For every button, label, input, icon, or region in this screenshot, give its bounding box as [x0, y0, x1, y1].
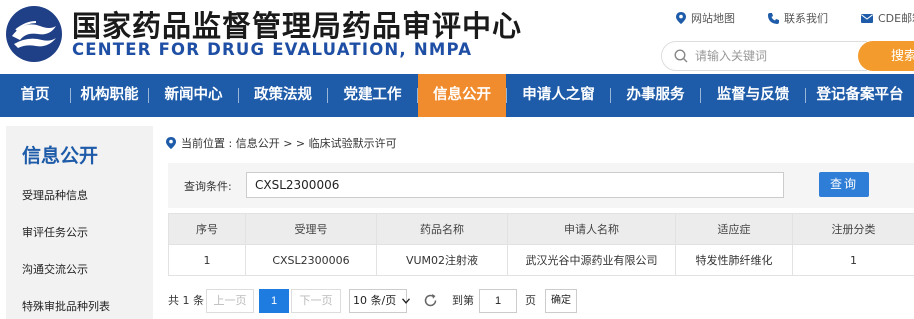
nav-item-functions[interactable]: 机构职能: [71, 74, 148, 117]
search-icon: [674, 49, 688, 63]
confirm-button[interactable]: 确定: [545, 289, 577, 313]
location-pin-icon: [676, 12, 686, 24]
search-button[interactable]: 搜索: [858, 41, 914, 71]
nav-item-info-disclosure[interactable]: 信息公开: [418, 74, 506, 117]
page-number-button[interactable]: 1: [259, 289, 289, 313]
sidebar: 信息公开 受理品种信息 审评任务公示 沟通交流公示 特殊审批品种列表: [6, 126, 153, 319]
search-input[interactable]: [695, 49, 845, 63]
nav-item-services[interactable]: 办事服务: [611, 74, 700, 117]
sidebar-title: 信息公开: [22, 145, 99, 167]
table-header-row: 序号 受理号 药品名称 申请人名称 适应症 注册分类: [168, 213, 914, 245]
site-header: 国家药品监督管理局药品审评中心 CENTER FOR DRUG EVALUATI…: [0, 0, 914, 74]
location-pin-icon: [166, 137, 176, 149]
column-header-index: 序号: [168, 213, 246, 245]
query-label: 查询条件:: [184, 180, 232, 193]
contact-us-link[interactable]: 联系我们: [768, 10, 828, 26]
phone-icon: [768, 12, 779, 24]
column-header-indication: 适应症: [675, 213, 793, 245]
cell-registration-class: 1: [792, 244, 914, 276]
nav-item-news[interactable]: 新闻中心: [149, 74, 238, 117]
nav-item-applicant-window[interactable]: 申请人之窗: [507, 74, 610, 117]
main-nav: 首页 机构职能 新闻中心 政策法规 党建工作 信息公开 申请人之窗 办事服务 监…: [0, 74, 914, 117]
nav-item-home[interactable]: 首页: [0, 74, 70, 117]
site-title-en: CENTER FOR DRUG EVALUATION, NMPA: [72, 40, 473, 59]
goto-label: 到第: [452, 294, 474, 307]
cell-indication: 特发性肺纤维化: [675, 244, 793, 276]
table-row[interactable]: 1 CXSL2300006 VUM02注射液 武汉光谷中源药业有限公司 特发性肺…: [168, 244, 914, 276]
query-button[interactable]: 查询: [819, 172, 869, 197]
cde-mail-label: CDE邮箱: [878, 12, 914, 25]
site-map-link[interactable]: 网站地图: [676, 10, 735, 26]
prev-page-button[interactable]: 上一页: [206, 289, 254, 313]
page-size-select[interactable]: 10 条/页: [349, 289, 410, 313]
refresh-icon[interactable]: [423, 293, 438, 308]
page-label: 页: [525, 294, 536, 307]
chevron-down-icon: [401, 298, 410, 304]
nav-item-supervision[interactable]: 监督与反馈: [701, 74, 805, 117]
nav-item-policies[interactable]: 政策法规: [239, 74, 327, 117]
cell-drug-name: VUM02注射液: [376, 244, 508, 276]
results-table: 序号 受理号 药品名称 申请人名称 适应症 注册分类 1 CXSL2300006…: [168, 213, 914, 276]
cde-mail-link[interactable]: CDE邮箱: [861, 10, 914, 26]
cell-acceptance-no: CXSL2300006: [245, 244, 377, 276]
nav-item-registration-platform[interactable]: 登记备案平台: [806, 74, 914, 117]
mail-icon: [861, 13, 873, 23]
cell-applicant: 武汉光谷中源药业有限公司: [507, 244, 676, 276]
sidebar-item-review-tasks[interactable]: 审评任务公示: [22, 224, 88, 240]
page-size-value: 10 条/页: [353, 294, 397, 307]
column-header-registration-class: 注册分类: [792, 213, 914, 245]
site-map-label: 网站地图: [691, 12, 735, 25]
sidebar-item-accepted-varieties[interactable]: 受理品种信息: [22, 187, 88, 203]
site-title-cn: 国家药品监督管理局药品审评中心: [72, 9, 523, 43]
cell-index: 1: [168, 244, 246, 276]
total-count: 共 1 条: [168, 294, 204, 307]
search-box: [661, 41, 867, 71]
nav-item-party[interactable]: 党建工作: [328, 74, 417, 117]
sidebar-item-communication[interactable]: 沟通交流公示: [22, 261, 88, 277]
top-links: 网站地图 联系我们 CDE邮箱: [676, 10, 914, 26]
query-input[interactable]: [246, 172, 784, 198]
column-header-applicant: 申请人名称: [507, 213, 676, 245]
goto-page-input[interactable]: [479, 289, 517, 313]
cde-logo-icon[interactable]: [6, 6, 62, 62]
column-header-drug-name: 药品名称: [376, 213, 508, 245]
column-header-acceptance-no: 受理号: [245, 213, 377, 245]
breadcrumb: 当前位置 : 信息公开 > > 临床试验默示许可: [166, 135, 397, 151]
next-page-button[interactable]: 下一页: [291, 289, 341, 313]
breadcrumb-text: 当前位置 : 信息公开 > > 临床试验默示许可: [181, 137, 397, 150]
query-area: 查询条件: 查询: [168, 163, 914, 208]
contact-us-label: 联系我们: [784, 12, 828, 25]
sidebar-item-special-approval[interactable]: 特殊审批品种列表: [22, 298, 110, 314]
